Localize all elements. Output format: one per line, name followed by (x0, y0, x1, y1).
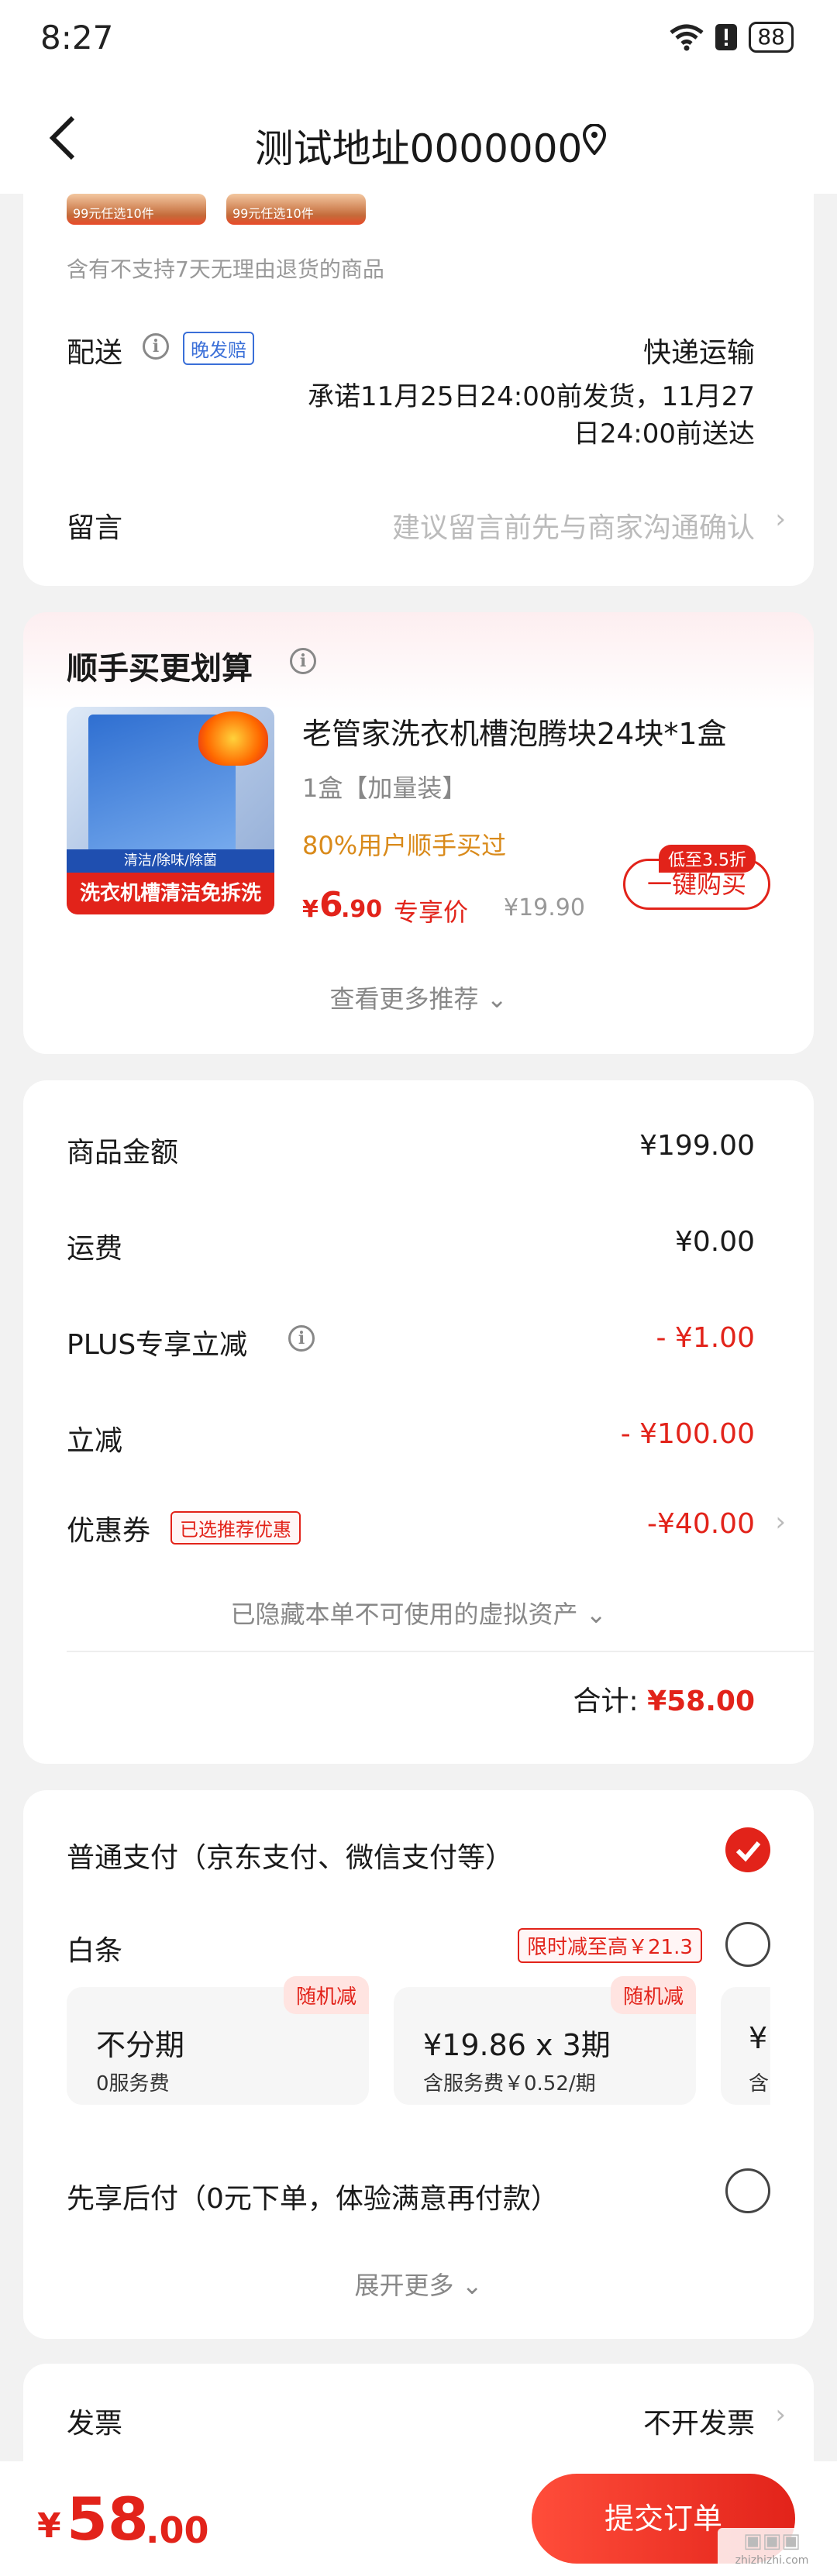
chevron-down-icon: ⌄ (461, 2271, 483, 2300)
divider (67, 1651, 814, 1652)
info-icon[interactable]: i (143, 333, 169, 360)
bottom-total-symbol: ¥ (37, 2506, 61, 2546)
installment-option[interactable]: 随机减 ¥19.86 x 3期 含服务费￥0.52/期 (394, 1976, 696, 2105)
coupon-value[interactable]: -¥40.00 (647, 1508, 755, 1540)
invoice-label: 发票 (67, 2408, 123, 2440)
status-bar: 8:27 88 (0, 0, 837, 77)
no-return-note: 含有不支持7天无理由退货的商品 (67, 257, 384, 282)
plan-title: ¥ (749, 2021, 768, 2055)
delivery-tag: 晚发赔 (183, 332, 254, 365)
addon-product-image[interactable]: 清洁/除味/除菌 洗衣机槽清洁免拆洗 (67, 707, 274, 914)
hidden-assets-toggle[interactable]: 已隐藏本单不可使用的虚拟资产 ⌄ (23, 1595, 814, 1631)
delivery-promise-line2: 日24:00前送达 (574, 418, 755, 449)
status-icons: 88 (670, 22, 794, 53)
header: 测试地址0000000 (0, 77, 837, 194)
pay-later-label[interactable]: 先享后付（0元下单，体验满意再付款） (67, 2176, 559, 2216)
chevron-right-icon: › (775, 1507, 786, 1538)
addon-social-proof: 80%用户顺手买过 (302, 831, 507, 860)
info-icon[interactable]: i (290, 648, 316, 674)
delivery-promise-line1: 承诺11月25日24:00前发货，11月27 (307, 381, 755, 412)
addon-product-spec: 1盒【加量装】 (302, 773, 467, 803)
watermark-logo: ▣▣▣ (743, 2530, 801, 2553)
total-value: ¥58.00 (647, 1686, 755, 1717)
site-watermark: ▣▣▣ zhizhizhi.com (718, 2528, 826, 2571)
plan-subtitle: 含 (749, 2072, 770, 2096)
pay-later-radio[interactable] (725, 2168, 770, 2213)
bottom-total-int: 58 (67, 2485, 149, 2554)
product-thumbnail[interactable]: 99元任选10件 (67, 194, 206, 225)
addon-price-dec: .90 (341, 896, 383, 923)
thumbnail-price-tag: 99元任选10件 (232, 206, 314, 221)
message-input[interactable]: 建议留言前先与商家沟通确认 (392, 505, 755, 546)
plan-title: 不分期 (96, 2028, 185, 2062)
plan-subtitle: 含服务费￥0.52/期 (423, 2072, 596, 2096)
total-row: 合计: ¥58.00 (573, 1679, 755, 1719)
thumbnail-price-tag: 99元任选10件 (73, 206, 154, 221)
instant-discount-label: 立减 (67, 1425, 123, 1457)
product-image-subband: 清洁/除味/除菌 (67, 849, 274, 873)
baitiao-radio[interactable] (725, 1922, 770, 1967)
info-icon[interactable]: i (288, 1325, 315, 1352)
addon-original-price: ¥19.90 (504, 894, 585, 921)
goods-amount-label: 商品金额 (67, 1137, 179, 1169)
battery-icon: 88 (749, 22, 794, 53)
plus-discount-value: - ¥1.00 (656, 1322, 756, 1354)
invoice-value[interactable]: 不开发票 (643, 2401, 755, 2441)
checkmark-icon (735, 1841, 761, 1862)
plan-title: ¥19.86 x 3期 (423, 2028, 611, 2062)
more-recommendations-label: 查看更多推荐 (329, 984, 479, 1014)
hidden-assets-label: 已隐藏本单不可使用的虚拟资产 (230, 1600, 578, 1629)
delivery-label: 配送 (67, 337, 123, 369)
price-summary-card: 商品金额 ¥199.00 运费 ¥0.00 PLUS专享立减 i - ¥1.00… (23, 1080, 814, 1764)
chevron-right-icon: › (775, 504, 786, 535)
coupon-tag: 已选推荐优惠 (170, 1511, 301, 1545)
addon-price-symbol: ¥ (302, 896, 319, 923)
shipping-value: ¥0.00 (674, 1226, 755, 1258)
normal-pay-radio[interactable] (725, 1827, 770, 1872)
chevron-down-icon: ⌄ (585, 1600, 607, 1629)
chevron-down-icon: ⌄ (486, 984, 508, 1014)
coupon-label[interactable]: 优惠券 (67, 1508, 150, 1548)
shipping-label: 运费 (67, 1233, 123, 1265)
addon-price-label: 专享价 (394, 897, 469, 927)
product-image-band: 洗衣机槽清洁免拆洗 (67, 873, 274, 914)
instant-discount-value: - ¥100.00 (620, 1418, 755, 1450)
installment-option[interactable]: ¥ 含 (721, 1987, 770, 2105)
message-label: 留言 (67, 512, 123, 544)
goods-amount-value: ¥199.00 (639, 1130, 755, 1162)
alert-icon (715, 24, 738, 50)
normal-pay-label[interactable]: 普通支付（京东支付、微信支付等） (67, 1835, 513, 1875)
status-time: 8:27 (40, 19, 114, 57)
installment-option[interactable]: 随机减 不分期 0服务费 (67, 1976, 369, 2105)
plan-subtitle: 0服务费 (96, 2072, 170, 2096)
more-recommendations-link[interactable]: 查看更多推荐 ⌄ (23, 980, 814, 1015)
expand-more-toggle[interactable]: 展开更多 ⌄ (23, 2266, 814, 2302)
plan-badge: 随机减 (610, 1976, 696, 2014)
wifi-icon (670, 24, 704, 51)
discount-badge: 低至3.5折 (659, 845, 756, 873)
addon-title: 顺手买更划算 (67, 651, 253, 687)
bottom-total-dec: .00 (146, 2509, 209, 2551)
product-flame-graphic (198, 711, 268, 766)
delivery-method[interactable]: 快递运输 (643, 330, 755, 370)
location-icon[interactable] (581, 124, 608, 155)
watermark-text: zhizhizhi.com (735, 2554, 809, 2567)
plus-discount-label: PLUS专享立减 (67, 1329, 248, 1361)
product-thumbnail[interactable]: 99元任选10件 (226, 194, 366, 225)
baitiao-promo-tag: 限时减至高￥21.3 (518, 1928, 702, 1963)
plan-badge: 随机减 (283, 1976, 369, 2014)
payment-card: 普通支付（京东支付、微信支付等） 白条 限时减至高￥21.3 随机减 不分期 0… (23, 1790, 814, 2339)
chevron-right-icon: › (775, 2399, 786, 2430)
goods-card: 99元任选10件 99元任选10件 含有不支持7天无理由退货的商品 配送 i 晚… (23, 194, 814, 586)
baitiao-label[interactable]: 白条 (67, 1928, 122, 1968)
expand-more-label: 展开更多 (354, 2271, 454, 2300)
bottom-bar: ¥ 58 .00 提交订单 ▣▣▣ zhizhizhi.com (0, 2461, 837, 2576)
total-label: 合计: (573, 1686, 639, 1717)
addon-card: 顺手买更划算 i 清洁/除味/除菌 洗衣机槽清洁免拆洗 老管家洗衣机槽泡腾块24… (23, 612, 814, 1054)
addon-product-name[interactable]: 老管家洗衣机槽泡腾块24块*1盒 (302, 710, 727, 752)
page-title[interactable]: 测试地址0000000 (0, 118, 837, 174)
addon-price-int: 6 (319, 885, 343, 925)
